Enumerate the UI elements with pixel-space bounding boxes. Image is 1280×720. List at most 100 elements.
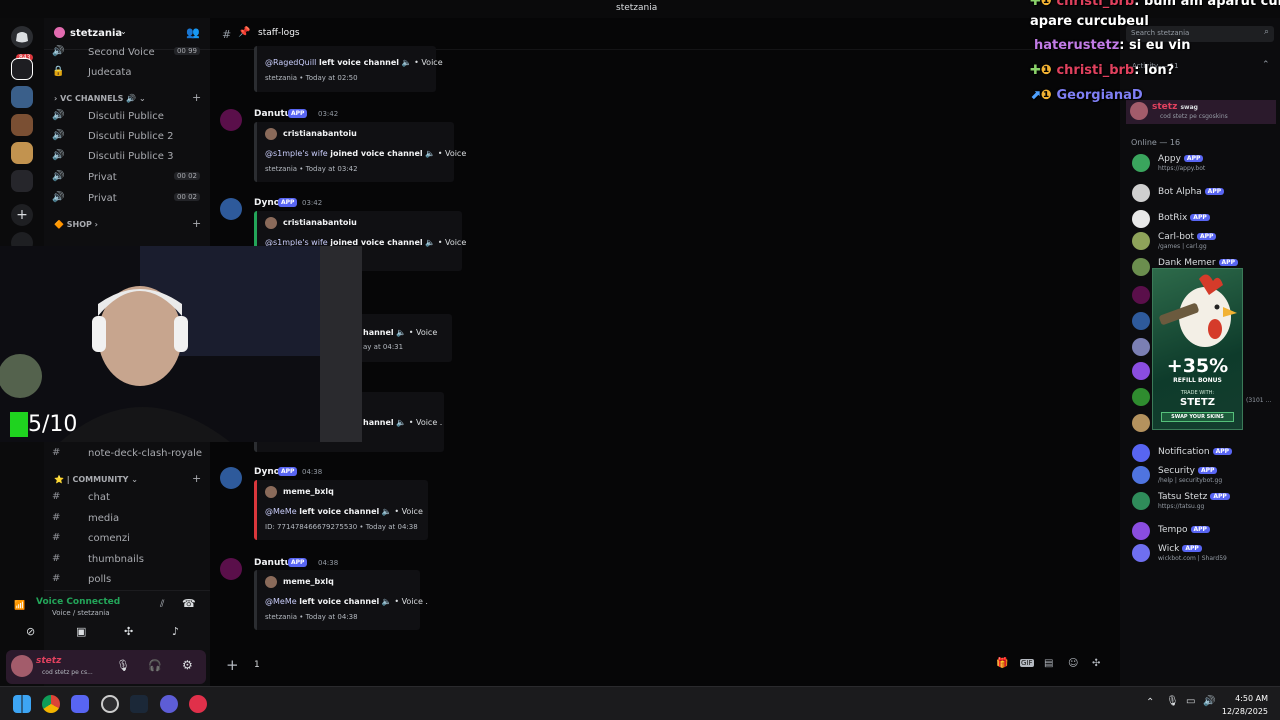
message-author[interactable]: Dyno — [254, 198, 280, 208]
avatar — [1132, 184, 1150, 202]
channel-label: chat — [88, 492, 110, 503]
channel-privat[interactable]: 🔊 Privat 00 02 — [52, 190, 202, 208]
message-author[interactable]: Danutu — [254, 109, 291, 119]
member-row-carl-bot[interactable]: Carl-bot APP /games | carl.gg — [1132, 230, 1277, 254]
embed-author: meme_bxlq — [283, 577, 334, 586]
member-row-botrix[interactable]: BotRix APP — [1132, 208, 1277, 232]
member-row-bot-alpha[interactable]: Bot Alpha APP — [1132, 182, 1277, 206]
avatar[interactable] — [1132, 338, 1150, 356]
member-row-security[interactable]: Security APP /help | securitybot.gg — [1132, 464, 1277, 488]
server-icon[interactable] — [11, 142, 33, 164]
avatar[interactable] — [1132, 388, 1150, 406]
category-vc-channels[interactable]: › VC CHANNELS 🔊 ⌄ — [54, 94, 146, 103]
chevron-up-icon[interactable]: ⌃ — [1146, 697, 1154, 708]
overlay-chat-line: ✚❶ christi_brb: lon? — [1030, 63, 1175, 78]
voice-location[interactable]: Voice / stetzania — [52, 609, 110, 617]
obs-icon[interactable] — [101, 695, 119, 713]
sticker-icon[interactable]: ▤ — [1044, 658, 1053, 669]
steam-icon[interactable] — [130, 695, 148, 713]
avatar[interactable] — [1132, 414, 1150, 432]
avatar[interactable] — [1132, 286, 1150, 304]
channel-media[interactable]: # media — [52, 510, 202, 528]
badge-icon: ❶ — [1040, 63, 1052, 78]
media-player-icon[interactable] — [189, 695, 207, 713]
speaker-icon: 🔊 — [52, 192, 65, 203]
channel-privat[interactable]: 🔊 Privat 00 02 — [52, 169, 202, 187]
pin-icon: 📌 — [238, 27, 251, 38]
hash-icon: # — [52, 447, 61, 458]
user-limit-badge: 00 02 — [173, 193, 200, 201]
settings-gear-icon[interactable]: ⚙ — [182, 658, 193, 672]
avatar — [1132, 466, 1150, 484]
member-name: Wick APP — [1158, 544, 1202, 554]
windows-start-icon[interactable] — [13, 695, 31, 713]
gif-icon[interactable]: GIF — [1020, 659, 1034, 667]
audio-app-icon[interactable] — [160, 695, 178, 713]
ad-trade-with: TRADE WITH: — [1180, 390, 1215, 396]
create-channel-icon[interactable]: + — [192, 91, 201, 104]
discord-icon[interactable] — [71, 695, 89, 713]
member-name: Notification APP — [1158, 447, 1233, 457]
message-author[interactable]: Dyno — [254, 467, 280, 477]
soundboard-icon[interactable]: ♪ — [172, 625, 179, 638]
noise-suppression-icon[interactable]: ⫽ — [160, 599, 164, 610]
headphones-icon[interactable]: 🎧 — [148, 659, 162, 672]
avatar[interactable] — [220, 198, 242, 220]
channel-discutii-publice-2[interactable]: 🔊 Discutii Publice 2 — [52, 128, 202, 146]
category-shop[interactable]: 🔶 SHOP › — [54, 220, 98, 229]
add-friend-icon[interactable]: 👥 — [186, 26, 200, 39]
avatar[interactable] — [220, 558, 242, 580]
channel-thumbnails[interactable]: # thumbnails — [52, 551, 202, 569]
message-author[interactable]: Danutu — [254, 558, 291, 568]
channel-comenzi[interactable]: # comenzi — [52, 530, 202, 548]
channel-discutii-publice[interactable]: 🔊 Discutii Publice — [52, 108, 202, 126]
avatar[interactable] — [220, 109, 242, 131]
channel-note-deck[interactable]: # note-deck-clash-royale — [52, 445, 202, 463]
screen-share-icon[interactable]: ▣ — [76, 625, 86, 638]
gift-icon[interactable]: 🎁 — [996, 658, 1008, 669]
channel-second-voice[interactable]: 🔊 Second Voice 00 99 — [52, 44, 202, 62]
server-icon[interactable] — [11, 114, 33, 136]
badge-icon: ✚ — [1030, 0, 1041, 9]
camera-off-icon[interactable]: ⊘ — [26, 625, 35, 638]
avatar[interactable] — [220, 467, 242, 489]
channel-label: Privat — [88, 193, 117, 204]
member-row-tatsu[interactable]: Tatsu Stetz APP https://tatsu.gg — [1132, 490, 1277, 514]
microphone-icon[interactable]: 🎙 — [1166, 696, 1179, 707]
channel-chat[interactable]: # chat — [52, 489, 202, 507]
activity-icon[interactable]: ✣ — [124, 625, 133, 638]
network-icon[interactable]: ▭ — [1186, 696, 1195, 707]
disconnect-icon[interactable]: ☎ — [182, 597, 196, 610]
member-row-notification[interactable]: Notification APP — [1132, 442, 1277, 466]
channel-judecata[interactable]: 🔒 Judecata — [52, 64, 202, 82]
avatar[interactable] — [1132, 362, 1150, 380]
create-channel-icon[interactable]: + — [192, 217, 201, 230]
message-composer[interactable]: + 1 🎁 GIF ▤ ☺ ✣ — [222, 654, 1112, 678]
member-row-tempo[interactable]: Tempo APP — [1132, 520, 1277, 544]
app-tag: APP — [278, 198, 298, 207]
channel-label: comenzi — [88, 533, 130, 544]
avatar[interactable] — [1132, 312, 1150, 330]
category-community[interactable]: ⭐ | COMMUNITY ⌄ — [54, 475, 138, 484]
emoji-icon[interactable]: ☺ — [1068, 658, 1078, 669]
member-row-wick[interactable]: Wick APP wickbot.com | Shard59 — [1132, 542, 1277, 566]
plus-icon[interactable]: + — [226, 656, 239, 674]
channel-discutii-publice-3[interactable]: 🔊 Discutii Publice 3 — [52, 148, 202, 166]
microphone-icon[interactable]: 🎙 — [116, 659, 130, 672]
system-clock[interactable]: 4:50 AM 12/28/2025 — [1222, 692, 1268, 718]
volume-icon[interactable]: 🔊 — [1203, 696, 1215, 707]
member-row-appy[interactable]: Appy APP https://appy.bot — [1132, 152, 1277, 176]
chrome-icon[interactable] — [42, 695, 60, 713]
dm-home-icon[interactable] — [11, 26, 33, 48]
member-name: Bot Alpha APP — [1158, 187, 1225, 197]
server-folder-icon[interactable] — [11, 170, 33, 192]
create-channel-icon[interactable]: + — [192, 472, 201, 485]
server-icon-stetzania[interactable] — [11, 58, 33, 80]
ad-cta-button[interactable]: SWAP YOUR SKINS — [1161, 412, 1234, 422]
avatar[interactable] — [11, 655, 33, 677]
apps-icon[interactable]: ✣ — [1092, 658, 1100, 669]
message-input[interactable]: 1 — [254, 660, 260, 670]
channel-polls[interactable]: # polls — [52, 571, 202, 589]
add-server-icon[interactable]: + — [11, 204, 33, 226]
server-icon[interactable] — [11, 86, 33, 108]
